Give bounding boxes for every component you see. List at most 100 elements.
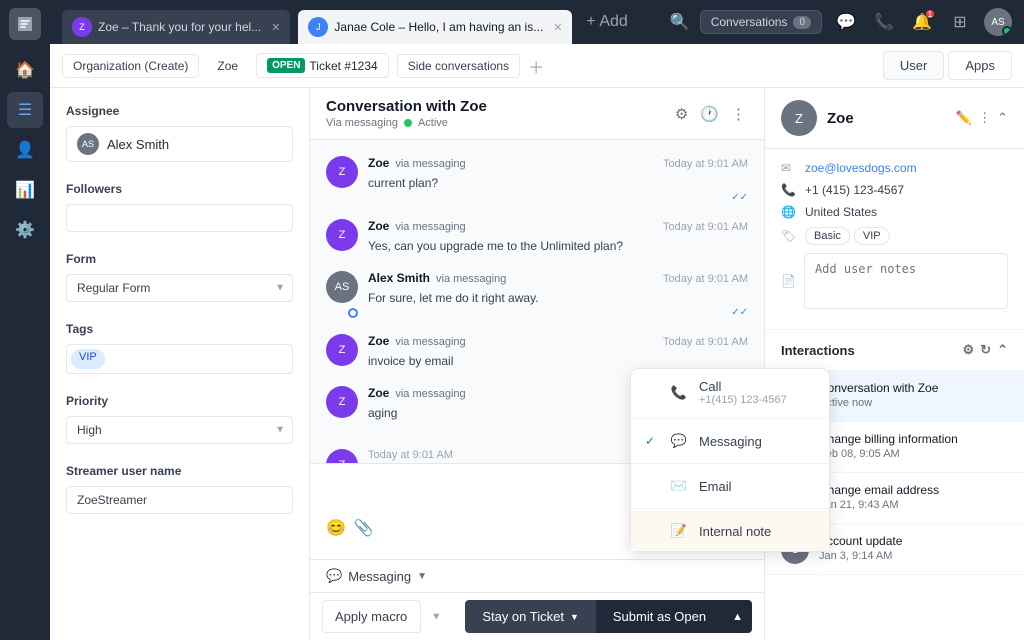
message-sender: Alex Smith bbox=[368, 271, 430, 285]
dropdown-divider bbox=[631, 418, 829, 419]
app-logo bbox=[9, 8, 41, 40]
user-header: Z Zoe ✏️ ⋮ ⌃ bbox=[765, 88, 1024, 149]
vip-tag: VIP bbox=[71, 349, 105, 369]
tags-container[interactable]: VIP bbox=[66, 344, 293, 374]
emoji-icon[interactable]: 😊 bbox=[326, 518, 346, 538]
zoe-breadcrumb[interactable]: Zoe bbox=[207, 55, 248, 77]
left-panel: Assignee AS Alex Smith Followers Form Re… bbox=[50, 88, 310, 640]
message-item: Z Zoe via messaging Today at 9:01 AM inv… bbox=[326, 334, 748, 370]
nav-settings-icon[interactable]: ⚙️ bbox=[7, 212, 43, 248]
dropdown-divider-2 bbox=[631, 463, 829, 464]
filter-icon[interactable]: ⚙ bbox=[673, 103, 690, 125]
edit-profile-icon[interactable]: ✏️ bbox=[956, 110, 972, 126]
message-header: Zoe via messaging Today at 9:01 AM bbox=[368, 219, 748, 233]
submit-as-open-button[interactable]: Submit as Open bbox=[596, 600, 723, 633]
user-info-section: ✉ zoe@lovesdogs.com 📞 +1 (415) 123-4567 … bbox=[765, 149, 1024, 330]
stay-chevron-icon: ▼ bbox=[570, 612, 579, 622]
tab-zoe[interactable]: Z Zoe – Thank you for your hel... ✕ bbox=[62, 10, 290, 44]
interaction-details: Account update Jan 3, 9:14 AM bbox=[819, 534, 902, 562]
user-notes-input[interactable] bbox=[804, 253, 1008, 309]
macro-select[interactable]: Apply macro bbox=[322, 600, 421, 633]
message-avatar: Z bbox=[326, 334, 358, 366]
stay-on-ticket-button[interactable]: Stay on Ticket ▼ bbox=[465, 600, 596, 633]
dropdown-call-item[interactable]: 📞 Call +1(415) 123-4567 bbox=[631, 369, 829, 416]
nav-home-icon[interactable]: 🏠 bbox=[7, 52, 43, 88]
search-icon[interactable]: 🔍 bbox=[670, 12, 690, 32]
message-text: For sure, let me do it right away. bbox=[368, 289, 748, 307]
internal-note-icon: 📝 bbox=[669, 521, 689, 541]
top-bar: Z Zoe – Thank you for your hel... ✕ J Ja… bbox=[50, 0, 1024, 44]
add-tab-button[interactable]: + Add bbox=[580, 13, 633, 31]
followers-input[interactable] bbox=[66, 204, 293, 232]
notifications-icon[interactable]: 🔔 1 bbox=[908, 8, 936, 36]
interaction-subtitle: Active now bbox=[819, 397, 938, 409]
center-panel: Conversation with Zoe Via messaging Acti… bbox=[310, 88, 764, 640]
interaction-subtitle: Jan 3, 9:14 AM bbox=[819, 550, 902, 562]
message-time: Today at 9:01 AM bbox=[663, 158, 748, 170]
message-avatar: Z bbox=[326, 449, 358, 463]
message-read-indicator: ✓✓ bbox=[368, 307, 748, 318]
priority-label: Priority bbox=[66, 394, 293, 408]
message-content: Zoe via messaging Today at 9:01 AM invoi… bbox=[368, 334, 748, 370]
message-time: Today at 9:01 AM bbox=[663, 336, 748, 348]
nav-users-icon[interactable]: 👤 bbox=[7, 132, 43, 168]
tab-janae-close[interactable]: ✕ bbox=[553, 21, 562, 34]
nav-reports-icon[interactable]: 📊 bbox=[7, 172, 43, 208]
assignee-selector[interactable]: AS Alex Smith bbox=[66, 126, 293, 162]
message-header: Zoe via messaging Today at 9:01 AM bbox=[368, 334, 748, 348]
apps-grid-icon[interactable]: ⊞ bbox=[946, 8, 974, 36]
chat-icon[interactable]: 💬 bbox=[832, 8, 860, 36]
call-label: Call bbox=[699, 379, 787, 394]
phone-icon[interactable]: 📞 bbox=[870, 8, 898, 36]
refresh-interactions-icon[interactable]: ↻ bbox=[980, 342, 991, 358]
add-side-conv-icon[interactable]: ＋ bbox=[528, 54, 544, 78]
form-field: Form Regular Form ▼ bbox=[66, 252, 293, 302]
collapse-interactions-icon[interactable]: ⌃ bbox=[997, 342, 1008, 358]
apps-view-button[interactable]: Apps bbox=[948, 51, 1012, 80]
more-profile-icon[interactable]: ⋮ bbox=[978, 110, 991, 126]
filter-interactions-icon[interactable]: ⚙ bbox=[963, 342, 975, 358]
notes-row: 📄 bbox=[781, 253, 1008, 309]
org-create-button[interactable]: Organization (Create) bbox=[62, 54, 199, 78]
dropdown-email-item[interactable]: ✉️ Email bbox=[631, 466, 829, 506]
left-navigation: 🏠 ☰ 👤 📊 ⚙️ bbox=[0, 0, 50, 640]
submit-dropdown-icon[interactable]: ▲ bbox=[723, 600, 752, 633]
form-select[interactable]: Regular Form bbox=[66, 274, 293, 302]
conversation-header: Conversation with Zoe Via messaging Acti… bbox=[310, 88, 764, 140]
more-options-icon[interactable]: ⋮ bbox=[729, 103, 748, 125]
message-avatar-wrapper: AS bbox=[326, 271, 358, 318]
assignee-name: Alex Smith bbox=[107, 137, 169, 152]
country-row: 🌐 United States bbox=[781, 205, 1008, 219]
interaction-subtitle: Jan 21, 9:43 AM bbox=[819, 499, 939, 511]
priority-select[interactable]: High bbox=[66, 416, 293, 444]
dropdown-internal-note-item[interactable]: 📝 Internal note bbox=[631, 511, 829, 551]
tags-label: Tags bbox=[66, 322, 293, 336]
nav-tickets-icon[interactable]: ☰ bbox=[7, 92, 43, 128]
conversations-button[interactable]: Conversations 0 bbox=[700, 10, 822, 34]
streamer-label: Streamer user name bbox=[66, 464, 293, 478]
channel-selector[interactable]: 💬 Messaging ▼ bbox=[310, 559, 764, 592]
history-icon[interactable]: 🕐 bbox=[698, 103, 721, 125]
agent-indicator bbox=[346, 306, 360, 320]
user-email[interactable]: zoe@lovesdogs.com bbox=[805, 161, 917, 175]
online-status-indicator bbox=[1002, 26, 1012, 36]
ticket-badge[interactable]: OPEN Ticket #1234 bbox=[256, 53, 389, 78]
collapse-profile-icon[interactable]: ⌃ bbox=[997, 110, 1008, 126]
messaging-label: Messaging bbox=[699, 434, 762, 449]
tab-zoe-preview: Zoe – Thank you for your hel... bbox=[98, 20, 261, 34]
interaction-title: Change email address bbox=[819, 483, 939, 497]
user-avatar[interactable]: AS bbox=[984, 8, 1012, 36]
message-header: Alex Smith via messaging Today at 9:01 A… bbox=[368, 271, 748, 285]
tab-janae[interactable]: J Janae Cole – Hello, I am having an is.… bbox=[298, 10, 572, 44]
dropdown-messaging-item[interactable]: ✓ 💬 Messaging bbox=[631, 421, 829, 461]
tab-zoe-close[interactable]: ✕ bbox=[271, 21, 280, 34]
open-status-badge: OPEN bbox=[267, 58, 305, 73]
streamer-field: Streamer user name bbox=[66, 464, 293, 514]
user-view-button[interactable]: User bbox=[883, 51, 944, 80]
side-conversations-button[interactable]: Side conversations bbox=[397, 54, 520, 78]
attachment-icon[interactable]: 📎 bbox=[354, 518, 374, 538]
globe-icon: 🌐 bbox=[781, 205, 797, 219]
streamer-input[interactable] bbox=[66, 486, 293, 514]
interactions-actions: ⚙ ↻ ⌃ bbox=[963, 342, 1008, 358]
messaging-check: ✓ bbox=[645, 434, 659, 448]
